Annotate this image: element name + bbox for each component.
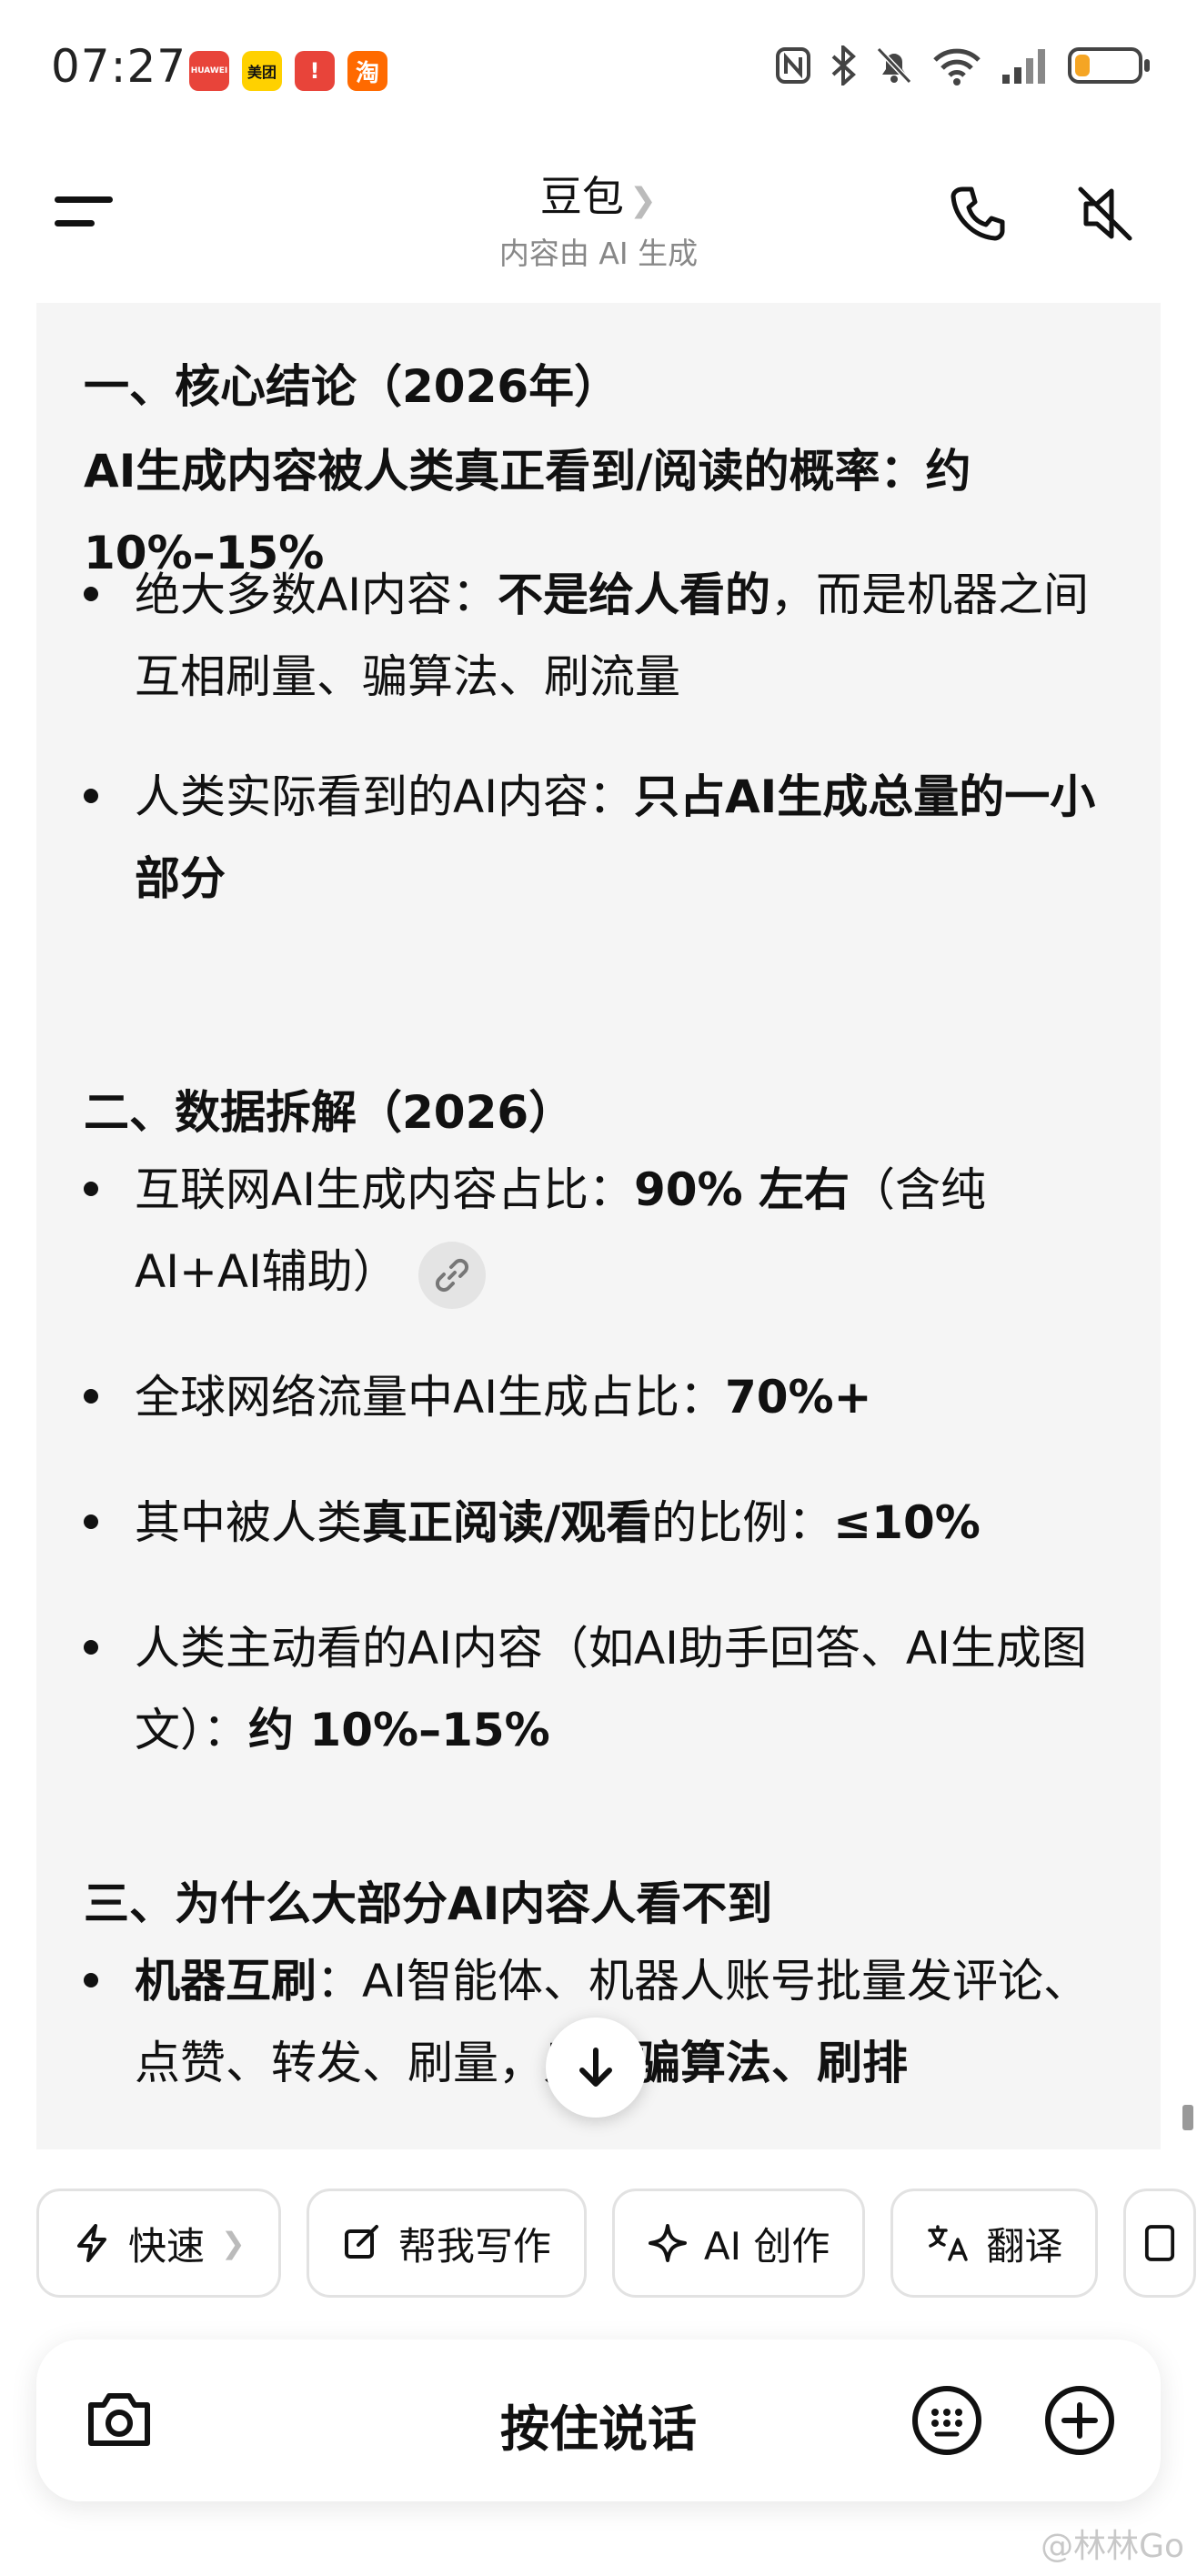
sparkle-icon bbox=[648, 2224, 687, 2262]
bullet-dot bbox=[84, 587, 98, 601]
translate-button[interactable]: 翻译 bbox=[890, 2189, 1099, 2298]
fast-mode-label: 快速 bbox=[128, 2223, 206, 2269]
section-heading: 二、数据拆解（2026） bbox=[84, 1086, 575, 1139]
list-item: 绝大多数AI内容：不是给人看的，而是机器之间互相刷量、骗算法、刷流量 bbox=[84, 554, 1112, 718]
voice-input-bar: 按住说话 bbox=[36, 2340, 1161, 2501]
document-icon bbox=[1145, 2225, 1175, 2261]
bell-mute-icon bbox=[876, 46, 912, 85]
section-heading: 三、为什么大部分AI内容人看不到 bbox=[84, 1877, 773, 1930]
status-bar: 07:27 HUAWEI 美团 ! 淘 bbox=[0, 0, 1197, 136]
bluetooth-icon bbox=[831, 45, 856, 86]
translate-icon bbox=[928, 2225, 969, 2261]
arrow-down-icon bbox=[579, 2048, 612, 2087]
chat-title-block: 豆包 ❯ 内容由 AI 生成 bbox=[0, 164, 1197, 273]
chat-header: 豆包 ❯ 内容由 AI 生成 bbox=[0, 136, 1197, 300]
quick-action-bar: 快速 ❯ 帮我写作 AI 创作 翻译 bbox=[36, 2189, 1197, 2298]
section-heading: 一、核心结论（2026年） bbox=[84, 360, 620, 413]
speaker-mute-icon bbox=[1078, 186, 1132, 241]
list-item: 互联网AI生成内容占比：90% 左右（含纯AI+AI辅助） bbox=[84, 1149, 1112, 1313]
plus-circle-icon bbox=[1045, 2386, 1114, 2455]
signal-icon bbox=[1002, 49, 1045, 84]
meituan-app-icon: 美团 bbox=[242, 51, 282, 91]
lightning-icon bbox=[77, 2224, 106, 2262]
edit-icon bbox=[344, 2225, 378, 2259]
keyboard-icon bbox=[912, 2386, 981, 2455]
bullet-dot bbox=[84, 1640, 98, 1655]
more-action-button[interactable] bbox=[1123, 2189, 1197, 2298]
list-item: 其中被人类真正阅读/观看的比例：≤10% bbox=[84, 1482, 1112, 1564]
speaker-mute-button[interactable] bbox=[1073, 182, 1137, 249]
ai-create-label: AI 创作 bbox=[703, 2223, 830, 2269]
ai-generated-notice: 内容由 AI 生成 bbox=[498, 236, 699, 271]
phone-icon bbox=[951, 186, 1005, 241]
scroll-to-bottom-button[interactable] bbox=[546, 2018, 646, 2118]
bullet-dot bbox=[84, 1973, 98, 1987]
list-item: 人类主动看的AI内容（如AI助手回答、AI生成图文）：约 10%–15% bbox=[84, 1607, 1112, 1771]
bullet-dot bbox=[84, 1389, 98, 1404]
bullet-dot bbox=[84, 1182, 98, 1196]
bullet-dot bbox=[84, 789, 98, 803]
ai-answer-card: 一、核心结论（2026年） AI生成内容被人类真正看到/阅读的概率：约 10%–… bbox=[36, 303, 1161, 2149]
source-link-button[interactable] bbox=[417, 1241, 486, 1309]
phone-call-button[interactable] bbox=[946, 182, 1010, 249]
bot-name: 豆包 bbox=[539, 172, 624, 221]
link-icon bbox=[435, 1258, 468, 1292]
scrollbar-thumb[interactable] bbox=[1182, 2105, 1193, 2130]
nfc-icon bbox=[776, 47, 810, 84]
bullet-dot bbox=[84, 1514, 98, 1529]
keyboard-toggle-button[interactable] bbox=[910, 2383, 984, 2461]
list-item: 全球网络流量中AI生成占比：70%+ bbox=[84, 1356, 1112, 1438]
fast-mode-button[interactable]: 快速 ❯ bbox=[36, 2189, 281, 2298]
list-item: 人类实际看到的AI内容：只占AI生成总量的一小部分 bbox=[84, 756, 1112, 920]
alert-app-icon: ! bbox=[295, 51, 335, 91]
chevron-right-icon: ❯ bbox=[629, 182, 658, 219]
huawei-app-icon: HUAWEI bbox=[189, 51, 229, 91]
bot-name-link[interactable]: 豆包 ❯ bbox=[0, 164, 1197, 224]
system-status-icons bbox=[775, 45, 1150, 86]
status-time: 07:27 bbox=[51, 40, 187, 93]
taobao-app-icon: 淘 bbox=[347, 51, 387, 91]
wifi-icon bbox=[933, 48, 981, 86]
help-me-write-button[interactable]: 帮我写作 bbox=[306, 2189, 587, 2298]
translate-label: 翻译 bbox=[986, 2223, 1063, 2269]
ai-create-button[interactable]: AI 创作 bbox=[611, 2189, 866, 2298]
notification-app-icons: HUAWEI 美团 ! 淘 bbox=[189, 51, 387, 91]
watermark: @林林Go bbox=[1041, 2528, 1184, 2565]
help-me-write-label: 帮我写作 bbox=[397, 2223, 551, 2269]
add-attachment-button[interactable] bbox=[1042, 2383, 1117, 2461]
hold-to-talk-button[interactable]: 按住说话 bbox=[36, 2389, 1161, 2460]
battery-icon bbox=[1068, 47, 1150, 84]
chevron-right-icon: ❯ bbox=[221, 2226, 246, 2260]
